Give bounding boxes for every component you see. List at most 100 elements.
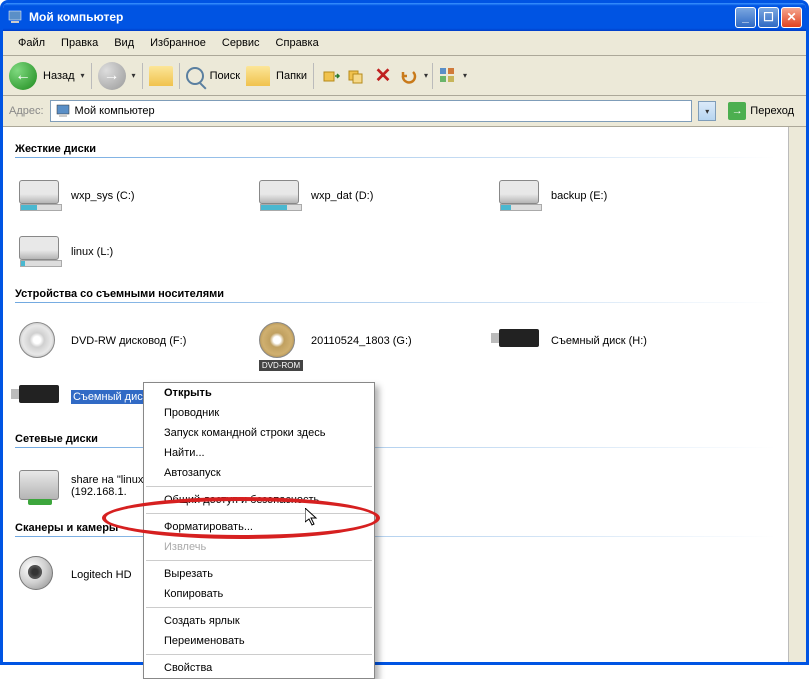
drive-label: backup (E:) <box>551 190 607 202</box>
address-label: Адрес: <box>9 105 44 117</box>
dropdown-icon[interactable]: ▾ <box>81 71 85 80</box>
drive-c[interactable]: wxp_sys (C:) <box>15 168 255 224</box>
window-title: Мой компьютер <box>29 10 735 24</box>
network-drive-icon <box>19 464 63 508</box>
go-icon: → <box>728 102 746 120</box>
section-hard-drives: Жесткие диски <box>15 139 776 157</box>
folders-label: Папки <box>276 70 307 82</box>
network-grid: share на "linux (192.168.1. <box>15 458 776 514</box>
drive-f-dvd[interactable]: DVD-RW дисковод (F:) <box>15 313 255 369</box>
titlebar: Мой компьютер _ ☐ ✕ <box>3 3 806 31</box>
move-icon[interactable] <box>320 65 342 87</box>
separator <box>313 63 314 89</box>
ctx-format[interactable]: Форматировать... <box>144 517 374 537</box>
drive-h-usb[interactable]: Съемный диск (H:) <box>495 313 735 369</box>
address-dropdown[interactable]: ▾ <box>698 101 716 121</box>
folders-icon[interactable] <box>246 66 270 86</box>
usb-icon <box>19 375 63 419</box>
toolbar-icons: ✕ ▾ ▾ <box>320 63 467 89</box>
drive-label: linux (L:) <box>71 246 113 258</box>
ctx-open[interactable]: Открыть <box>144 383 374 403</box>
section-network: Сетевые диски <box>15 429 776 447</box>
titlebar-buttons: _ ☐ ✕ <box>735 7 802 28</box>
arrow-right-icon: → <box>104 67 120 85</box>
search-label: Поиск <box>210 70 240 82</box>
dropdown-icon[interactable]: ▾ <box>424 71 428 80</box>
section-removable: Устройства со съемными носителями <box>15 284 776 302</box>
drive-label: wxp_dat (D:) <box>311 190 373 202</box>
address-value: Мой компьютер <box>75 105 155 117</box>
ctx-find[interactable]: Найти... <box>144 443 374 463</box>
copy-icon[interactable] <box>346 65 368 87</box>
drive-label: wxp_sys (C:) <box>71 190 135 202</box>
ctx-cmd[interactable]: Запуск командной строки здесь <box>144 423 374 443</box>
drive-d[interactable]: wxp_dat (D:) <box>255 168 495 224</box>
drive-g-dvdrom[interactable]: DVD-ROM 20110524_1803 (G:) <box>255 313 495 369</box>
ctx-explorer[interactable]: Проводник <box>144 403 374 423</box>
dropdown-icon[interactable]: ▾ <box>463 71 467 80</box>
maximize-button[interactable]: ☐ <box>758 7 779 28</box>
ctx-rename[interactable]: Переименовать <box>144 631 374 651</box>
separator <box>142 63 143 89</box>
divider <box>15 302 776 303</box>
drive-label: 20110524_1803 (G:) <box>311 335 412 347</box>
menubar: Файл Правка Вид Избранное Сервис Справка <box>3 31 806 56</box>
ctx-separator <box>146 486 372 487</box>
separator <box>91 63 92 89</box>
separator <box>179 63 180 89</box>
window: Мой компьютер _ ☐ ✕ Файл Правка Вид Избр… <box>0 0 809 665</box>
removable-grid: DVD-RW дисковод (F:) DVD-ROM 20110524_18… <box>15 313 776 425</box>
context-menu: Открыть Проводник Запуск командной строк… <box>143 382 375 679</box>
webcam-icon <box>19 553 63 597</box>
views-icon[interactable] <box>437 65 459 87</box>
dvdrom-icon: DVD-ROM <box>259 319 303 363</box>
ctx-eject[interactable]: Извлечь <box>144 537 374 557</box>
drive-label: Logitech HD <box>71 569 132 581</box>
drive-label: share на "linux (192.168.1. <box>71 474 143 498</box>
forward-button[interactable]: → <box>98 62 126 90</box>
usb-icon <box>499 319 543 363</box>
content-area: Жесткие диски wxp_sys (C:) wxp_dat (D:) … <box>3 127 788 662</box>
address-input[interactable]: Мой компьютер <box>50 100 693 122</box>
content-wrapper: Жесткие диски wxp_sys (C:) wxp_dat (D:) … <box>3 127 806 662</box>
close-button[interactable]: ✕ <box>781 7 802 28</box>
ctx-copy[interactable]: Копировать <box>144 584 374 604</box>
ctx-sharing[interactable]: Общий доступ и безопасность... <box>144 490 374 510</box>
back-label: Назад <box>43 70 75 82</box>
scrollbar[interactable] <box>788 127 806 662</box>
scanners-grid: Logitech HD <box>15 547 776 603</box>
ctx-autoplay[interactable]: Автозапуск <box>144 463 374 483</box>
menu-file[interactable]: Файл <box>11 35 52 51</box>
undo-icon[interactable] <box>398 65 420 87</box>
hdd-icon <box>259 174 303 218</box>
go-button[interactable]: → Переход <box>722 100 800 122</box>
menu-tools[interactable]: Сервис <box>215 35 267 51</box>
arrow-left-icon: ← <box>15 67 31 85</box>
separator <box>432 63 433 89</box>
menu-view[interactable]: Вид <box>107 35 141 51</box>
menu-favorites[interactable]: Избранное <box>143 35 213 51</box>
search-icon[interactable] <box>186 67 204 85</box>
drive-e[interactable]: backup (E:) <box>495 168 735 224</box>
ctx-shortcut[interactable]: Создать ярлык <box>144 611 374 631</box>
hdd-icon <box>19 174 63 218</box>
section-scanners: Сканеры и камеры <box>15 518 776 536</box>
up-folder-icon[interactable] <box>149 66 173 86</box>
drive-l[interactable]: linux (L:) <box>15 224 255 280</box>
back-button[interactable]: ← <box>9 62 37 90</box>
computer-icon <box>7 9 23 25</box>
ctx-separator <box>146 560 372 561</box>
minimize-button[interactable]: _ <box>735 7 756 28</box>
ctx-cut[interactable]: Вырезать <box>144 564 374 584</box>
ctx-separator <box>146 607 372 608</box>
delete-icon[interactable]: ✕ <box>372 65 394 87</box>
divider <box>15 536 776 537</box>
hard-drives-grid: wxp_sys (C:) wxp_dat (D:) backup (E:) li… <box>15 168 776 280</box>
dropdown-icon[interactable]: ▾ <box>132 71 136 80</box>
ctx-properties[interactable]: Свойства <box>144 658 374 678</box>
ctx-separator <box>146 654 372 655</box>
divider <box>15 447 776 448</box>
dvd-icon <box>19 319 63 363</box>
menu-help[interactable]: Справка <box>269 35 326 51</box>
menu-edit[interactable]: Правка <box>54 35 105 51</box>
